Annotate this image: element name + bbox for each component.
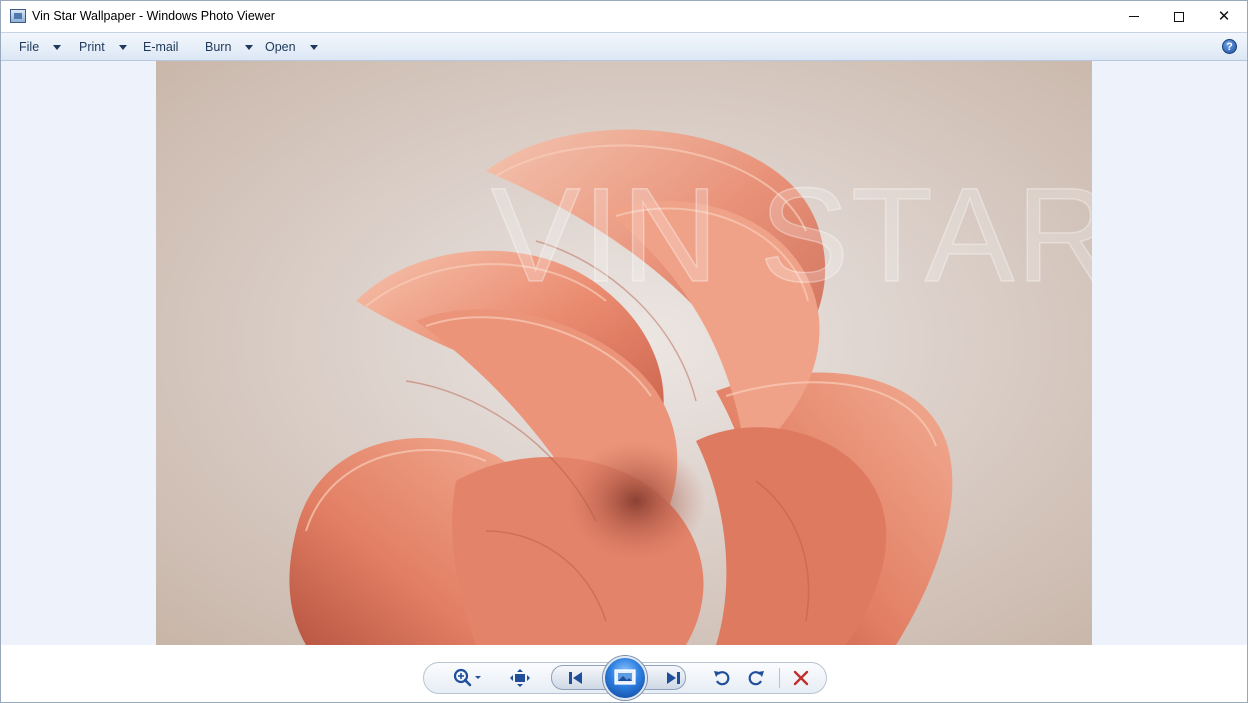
- open-menu-button[interactable]: Open: [265, 40, 318, 54]
- rotate-right-icon: [748, 671, 764, 686]
- print-menu-label: Print: [79, 40, 105, 54]
- chevron-down-icon: [118, 44, 127, 50]
- file-menu-label: File: [19, 40, 40, 54]
- rotate-left-icon: [714, 671, 730, 686]
- email-button[interactable]: E-mail: [143, 40, 178, 54]
- print-menu-button[interactable]: Print: [79, 40, 127, 54]
- toolbar-separator: [779, 668, 780, 688]
- rotate-clockwise-button[interactable]: [744, 667, 768, 689]
- chevron-down-icon: [309, 44, 318, 50]
- command-bar: File Print E-mail Burn Open ?: [1, 32, 1247, 61]
- coral-bloom-artwork: [289, 129, 953, 645]
- chevron-down-icon: [53, 44, 62, 50]
- next-icon: [667, 672, 680, 684]
- delete-button[interactable]: [789, 667, 813, 689]
- previous-icon: [569, 672, 582, 684]
- open-menu-label: Open: [265, 40, 296, 54]
- maximize-icon: [1174, 11, 1184, 22]
- close-icon: ✕: [1217, 8, 1231, 25]
- burn-menu-label: Burn: [205, 40, 232, 54]
- close-button[interactable]: ✕: [1201, 1, 1247, 32]
- burn-menu-button[interactable]: Burn: [205, 40, 254, 54]
- chevron-down-icon: [245, 44, 254, 50]
- fit-window-icon: [510, 669, 530, 687]
- minimize-button[interactable]: [1111, 1, 1157, 32]
- viewer-toolbar: [1, 645, 1247, 702]
- actual-size-button[interactable]: [508, 667, 532, 689]
- zoom-button[interactable]: [449, 667, 485, 689]
- help-icon[interactable]: ?: [1222, 39, 1237, 54]
- image-viewer-area: VIN STAR: [1, 61, 1247, 645]
- zoom-icon: [453, 668, 481, 687]
- minimize-icon: [1129, 16, 1139, 17]
- delete-icon: [793, 670, 809, 686]
- previous-button[interactable]: [564, 667, 588, 689]
- file-menu-button[interactable]: File: [19, 40, 62, 54]
- title-bar: Vin Star Wallpaper - Windows Photo Viewe…: [1, 1, 1247, 32]
- photo-viewer-app-icon: [10, 9, 26, 23]
- rotate-counterclockwise-button[interactable]: [710, 667, 734, 689]
- next-button[interactable]: [661, 667, 685, 689]
- slideshow-icon: [614, 669, 636, 685]
- window-title: Vin Star Wallpaper - Windows Photo Viewe…: [32, 9, 275, 23]
- photo-viewer-window: Vin Star Wallpaper - Windows Photo Viewe…: [0, 0, 1248, 703]
- displayed-photo[interactable]: VIN STAR: [156, 61, 1092, 645]
- watermark-text: VIN STAR: [490, 161, 1092, 310]
- slideshow-button[interactable]: [603, 656, 647, 700]
- maximize-button[interactable]: [1156, 1, 1202, 32]
- email-label: E-mail: [143, 40, 179, 54]
